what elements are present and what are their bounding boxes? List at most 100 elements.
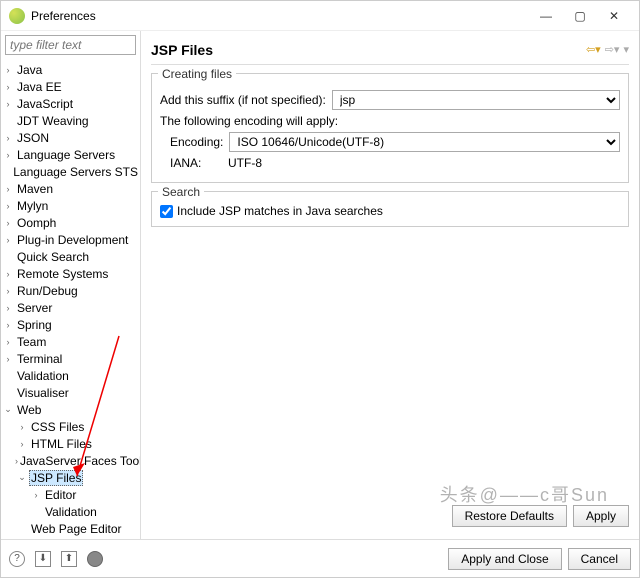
tree-item-label: Java EE [15,80,64,94]
tree-item-javascript[interactable]: ›JavaScript [1,95,140,112]
tree-item-label: Team [15,335,48,349]
expand-icon[interactable]: › [15,422,29,432]
tree-item-server[interactable]: ›Server [1,299,140,316]
restore-defaults-button[interactable]: Restore Defaults [452,505,567,527]
expand-icon[interactable]: › [29,490,43,500]
include-jsp-checkbox[interactable] [160,205,173,218]
tree-item-css-files[interactable]: ›CSS Files [1,418,140,435]
expand-icon[interactable]: › [1,303,15,313]
tree-item-visualiser[interactable]: Visualiser [1,384,140,401]
expand-icon[interactable]: › [1,201,15,211]
tree-item-java[interactable]: ›Java [1,61,140,78]
tree-item-web-services[interactable]: ›Web Services [1,537,140,539]
window-title: Preferences [31,9,529,23]
app-icon [9,8,25,24]
tree-item-plug-in-development[interactable]: ›Plug-in Development [1,231,140,248]
expand-icon[interactable]: › [1,286,15,296]
tree-item-quick-search[interactable]: Quick Search [1,248,140,265]
tree-item-html-files[interactable]: ›HTML Files [1,435,140,452]
expand-icon[interactable]: ⌄ [15,472,29,483]
expand-icon[interactable]: › [1,184,15,194]
tree-item-label: Maven [15,182,55,196]
creating-files-group: Creating files Add this suffix (if not s… [151,73,629,183]
tree-item-jdt-weaving[interactable]: JDT Weaving [1,112,140,129]
encoding-label: Encoding: [170,135,223,149]
tree-item-label: Server [15,301,54,315]
filter-input[interactable] [5,35,136,55]
record-icon[interactable] [87,551,103,567]
tree-item-label: Validation [43,505,99,519]
tree-item-remote-systems[interactable]: ›Remote Systems [1,265,140,282]
suffix-select[interactable]: jsp [332,90,620,110]
encoding-select[interactable]: ISO 10646/Unicode(UTF-8) [229,132,620,152]
expand-icon[interactable]: › [1,235,15,245]
help-icon[interactable]: ? [9,551,25,567]
import-icon[interactable]: ⬇ [35,551,51,567]
back-icon[interactable]: ⇦▾ [586,43,601,56]
tree-item-web-page-editor[interactable]: Web Page Editor [1,520,140,537]
maximize-button[interactable]: ▢ [563,4,597,28]
tree-item-label: Run/Debug [15,284,80,298]
expand-icon[interactable]: › [1,218,15,228]
tree-item-label: Java [15,63,44,77]
page-header: JSP Files ⇦▾ ⇨▾ ▾ [151,35,629,65]
tree-item-label: Spring [15,318,54,332]
tree-item-language-servers-sts[interactable]: Language Servers STS [1,163,140,180]
expand-icon[interactable]: ⌄ [1,404,15,415]
tree-item-spring[interactable]: ›Spring [1,316,140,333]
preference-tree[interactable]: ›Java›Java EE›JavaScriptJDT Weaving›JSON… [1,59,140,539]
content-area: ›Java›Java EE›JavaScriptJDT Weaving›JSON… [1,31,639,539]
suffix-label: Add this suffix (if not specified): [160,93,326,107]
tree-item-maven[interactable]: ›Maven [1,180,140,197]
include-jsp-label: Include JSP matches in Java searches [177,204,383,218]
tree-item-java-ee[interactable]: ›Java EE [1,78,140,95]
tree-item-label: Quick Search [15,250,91,264]
menu-icon[interactable]: ▾ [623,43,629,56]
close-button[interactable]: ✕ [597,4,631,28]
expand-icon[interactable]: › [1,133,15,143]
tree-item-javaserver-faces-tools[interactable]: ›JavaServer Faces Tools [1,452,140,469]
tree-item-validation[interactable]: Validation [1,367,140,384]
tree-item-oomph[interactable]: ›Oomph [1,214,140,231]
minimize-button[interactable]: — [529,4,563,28]
expand-icon[interactable]: › [15,439,29,449]
page-buttons: Restore Defaults Apply [151,497,629,535]
tree-item-web[interactable]: ⌄Web [1,401,140,418]
tree-item-terminal[interactable]: ›Terminal [1,350,140,367]
tree-item-mylyn[interactable]: ›Mylyn [1,197,140,214]
tree-item-label: Plug-in Development [15,233,130,247]
tree-item-label: Web Services [15,539,93,540]
tree-item-language-servers[interactable]: ›Language Servers [1,146,140,163]
export-icon[interactable]: ⬆ [61,551,77,567]
expand-icon[interactable]: › [1,82,15,92]
creating-files-legend: Creating files [158,67,236,81]
tree-item-label: Oomph [15,216,58,230]
tree-item-jsp-files[interactable]: ⌄JSP Files [1,469,140,486]
expand-icon[interactable]: › [1,269,15,279]
tree-item-label: JSON [15,131,51,145]
tree-item-editor[interactable]: ›Editor [1,486,140,503]
cancel-button[interactable]: Cancel [568,548,631,570]
expand-icon[interactable]: › [1,354,15,364]
forward-icon[interactable]: ⇨▾ [605,43,620,56]
tree-item-team[interactable]: ›Team [1,333,140,350]
titlebar: Preferences — ▢ ✕ [1,1,639,31]
expand-icon[interactable]: › [1,150,15,160]
tree-item-label: Remote Systems [15,267,110,281]
iana-value: UTF-8 [228,156,262,170]
expand-icon[interactable]: › [1,320,15,330]
tree-item-run-debug[interactable]: ›Run/Debug [1,282,140,299]
page-title: JSP Files [151,42,586,58]
expand-icon[interactable]: › [1,99,15,109]
tree-item-json[interactable]: ›JSON [1,129,140,146]
apply-close-button[interactable]: Apply and Close [448,548,561,570]
expand-icon[interactable]: › [1,337,15,347]
search-legend: Search [158,185,204,199]
apply-button[interactable]: Apply [573,505,629,527]
filter-box [5,35,136,55]
tree-item-validation[interactable]: Validation [1,503,140,520]
expand-icon[interactable]: › [1,65,15,75]
tree-item-label: Language Servers [15,148,117,162]
tree-item-label: Terminal [15,352,64,366]
tree-item-label: Validation [15,369,71,383]
